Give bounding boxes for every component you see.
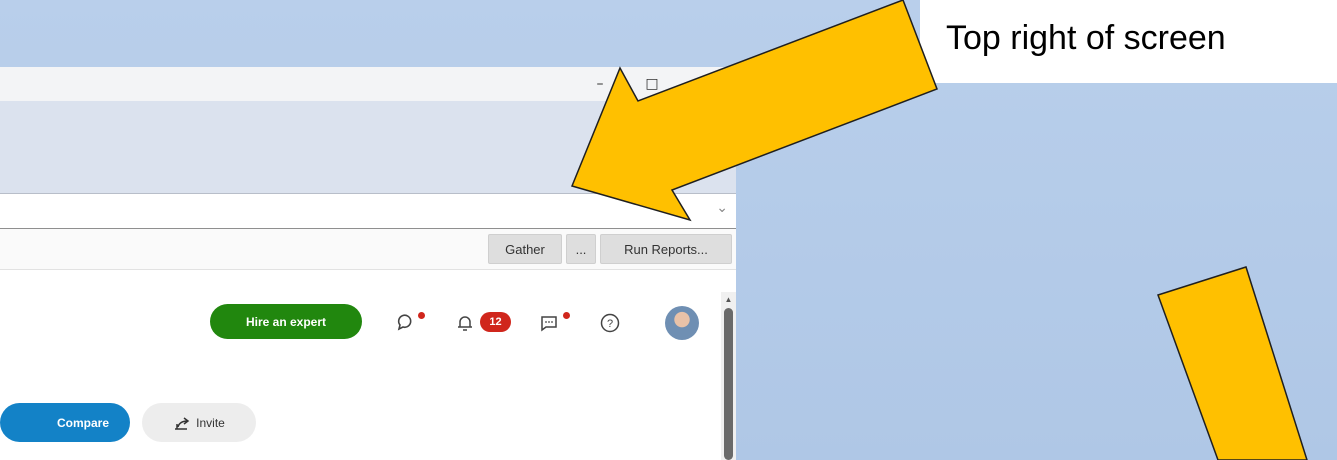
avatar[interactable] (665, 306, 699, 340)
address-bar[interactable]: ⌄ (0, 194, 736, 229)
compare-label: Compare (56, 415, 109, 430)
bookmarks-bar: Gather ... Run Reports... (0, 229, 736, 270)
bookmark-more[interactable]: ... (566, 234, 596, 264)
bookmark-label: Run Reports... (624, 241, 708, 257)
scroll-up-icon[interactable]: ▲ (721, 292, 736, 306)
close-button[interactable]: × (688, 67, 728, 101)
bookmark-run-reports[interactable]: Run Reports... (600, 234, 732, 264)
invite-label: Invite (196, 415, 225, 430)
hire-expert-button[interactable]: Hire an expert (210, 304, 362, 339)
bookmark-label: Gather (505, 241, 545, 257)
chevron-down-icon[interactable]: ⌄ (716, 200, 728, 216)
svg-text:?: ? (607, 318, 613, 330)
lightbulb-alert-dot (418, 312, 425, 319)
minimize-button[interactable]: – (580, 67, 620, 101)
maximize-icon: □ (645, 76, 659, 92)
lightbulb-icon[interactable] (391, 310, 417, 336)
close-icon: × (702, 76, 714, 92)
message-alert-dot (563, 312, 570, 319)
invite-button[interactable]: Invite (142, 403, 256, 442)
compare-button[interactable]: Compare (0, 403, 130, 442)
scroll-thumb[interactable] (724, 308, 733, 460)
minimize-icon: – (596, 76, 604, 92)
hire-expert-label: Hire an expert (245, 314, 327, 329)
message-icon[interactable] (536, 310, 562, 336)
bookmark-gather[interactable]: Gather (488, 234, 562, 264)
bell-icon[interactable] (452, 310, 478, 336)
vertical-scrollbar[interactable]: ▲ (721, 292, 736, 460)
notification-count-badge: 12 (480, 312, 511, 332)
toolbar-area (0, 101, 736, 194)
maximize-button[interactable]: □ (632, 67, 672, 101)
share-icon (175, 416, 190, 430)
title-bar: – □ × (0, 67, 736, 101)
pointer-arrow-bottom (1157, 266, 1308, 460)
browser-window: – □ × ⌄ Gather ... Run Reports... Hire a… (0, 67, 736, 460)
help-icon[interactable]: ? (597, 310, 623, 336)
callout-text: Top right of screen (946, 19, 1226, 57)
bookmark-label: ... (575, 241, 587, 257)
